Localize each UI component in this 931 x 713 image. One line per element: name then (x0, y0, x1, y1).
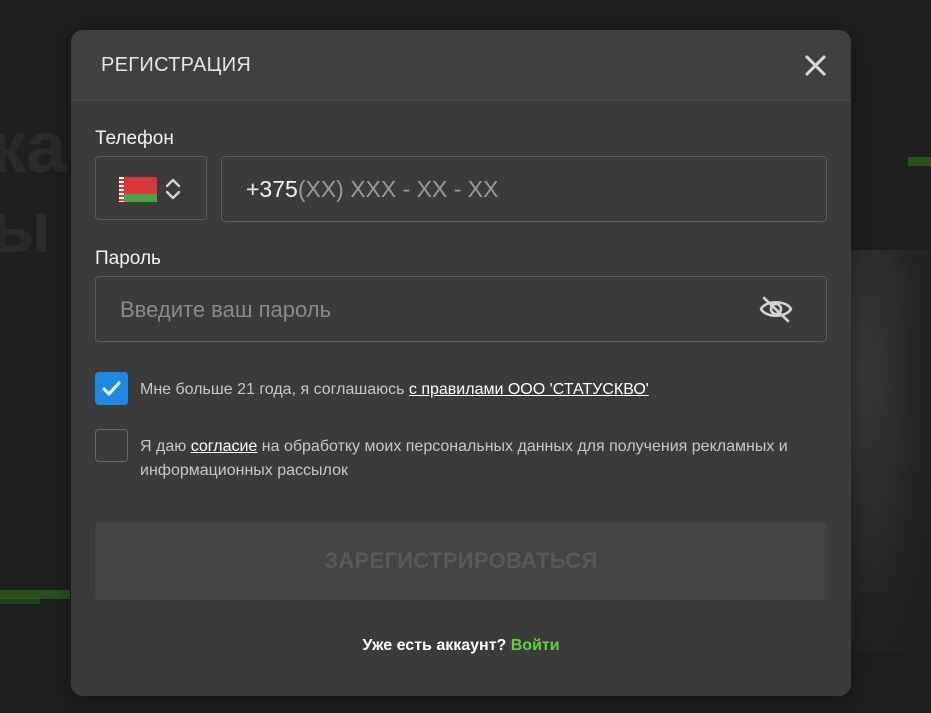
login-question: Уже есть аккаунт? (362, 637, 507, 654)
registration-modal: РЕГИСТРАЦИЯ Телефон +375 (XX) XXX - XX - … (71, 30, 851, 696)
checkmark-icon (102, 381, 121, 396)
modal-title: РЕГИСТРАЦИЯ (101, 54, 252, 76)
rules-link[interactable]: с правилами ООО 'СТАТУСКВО' (409, 381, 649, 398)
age-consent-checkbox[interactable] (95, 372, 128, 405)
belarus-flag-icon (119, 177, 157, 202)
password-input[interactable]: Введите ваш пароль (95, 276, 827, 342)
background-text-line-2: ы (0, 188, 52, 268)
register-button[interactable]: ЗАРЕГИСТРИРОВАТЬСЯ (95, 522, 827, 600)
phone-mask: (XX) XXX - XX - XX (297, 175, 499, 202)
consent-link[interactable]: согласие (191, 438, 258, 455)
password-label: Пароль (95, 248, 161, 269)
chevron-up-down-icon (165, 178, 181, 200)
eye-slash-icon[interactable] (758, 294, 794, 324)
modal-header: РЕГИСТРАЦИЯ (71, 30, 851, 101)
personal-data-consent-checkbox[interactable] (95, 429, 128, 462)
login-link[interactable]: Войти (511, 637, 560, 654)
phone-label: Телефон (95, 128, 174, 149)
age-consent-text: Мне больше 21 года, я соглашаюсь с прави… (140, 378, 649, 402)
age-consent-text-before: Мне больше 21 года, я соглашаюсь (140, 381, 409, 398)
background-text: ка ы (0, 108, 66, 268)
background-stripe (0, 598, 40, 604)
personal-data-consent-text: Я даю согласие на обработку моих персона… (140, 435, 800, 483)
background-stripe (908, 157, 931, 166)
close-icon[interactable] (803, 53, 827, 77)
personal-data-text-before: Я даю (140, 438, 191, 455)
phone-prefix: +375 (246, 175, 298, 202)
phone-input[interactable]: +375 (XX) XXX - XX - XX (221, 156, 827, 222)
country-code-select[interactable] (95, 156, 207, 220)
login-prompt: Уже есть аккаунт? Войти (71, 637, 851, 655)
background-text-line-1: ка (0, 108, 67, 188)
password-placeholder: Введите ваш пароль (120, 297, 332, 322)
